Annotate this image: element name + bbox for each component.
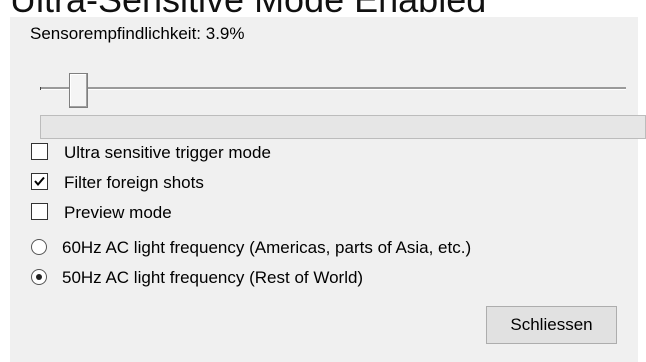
50hz-radio[interactable] bbox=[31, 269, 47, 285]
preview-mode-label[interactable]: Preview mode bbox=[64, 203, 172, 223]
preview-mode-checkbox[interactable] bbox=[31, 203, 48, 220]
window-header-strip: Ultra-Sensitive Mode Enabled bbox=[0, 0, 646, 17]
sensitivity-label: Sensorempfindlichkeit: 3.9% bbox=[30, 24, 245, 43]
50hz-label[interactable]: 50Hz AC light frequency (Rest of World) bbox=[62, 268, 363, 288]
header-strip-text: Ultra-Sensitive Mode Enabled bbox=[10, 0, 486, 17]
signal-level-bar bbox=[40, 115, 646, 139]
right-border bbox=[638, 17, 646, 362]
60hz-label[interactable]: 60Hz AC light frequency (Americas, parts… bbox=[62, 238, 471, 258]
radio-selected-dot bbox=[36, 274, 42, 280]
checkmark-icon bbox=[34, 176, 45, 187]
filter-foreign-shots-checkbox[interactable] bbox=[31, 173, 48, 190]
left-border bbox=[0, 17, 10, 362]
ultra-sensitive-checkbox[interactable] bbox=[31, 143, 48, 160]
slider-track[interactable] bbox=[40, 87, 626, 90]
close-button[interactable]: Schliessen bbox=[486, 306, 617, 344]
60hz-radio[interactable] bbox=[31, 239, 47, 255]
ultra-sensitive-label[interactable]: Ultra sensitive trigger mode bbox=[64, 143, 271, 163]
slider-thumb[interactable] bbox=[69, 73, 88, 108]
filter-foreign-shots-label[interactable]: Filter foreign shots bbox=[64, 173, 204, 193]
slider-tick bbox=[40, 87, 41, 90]
